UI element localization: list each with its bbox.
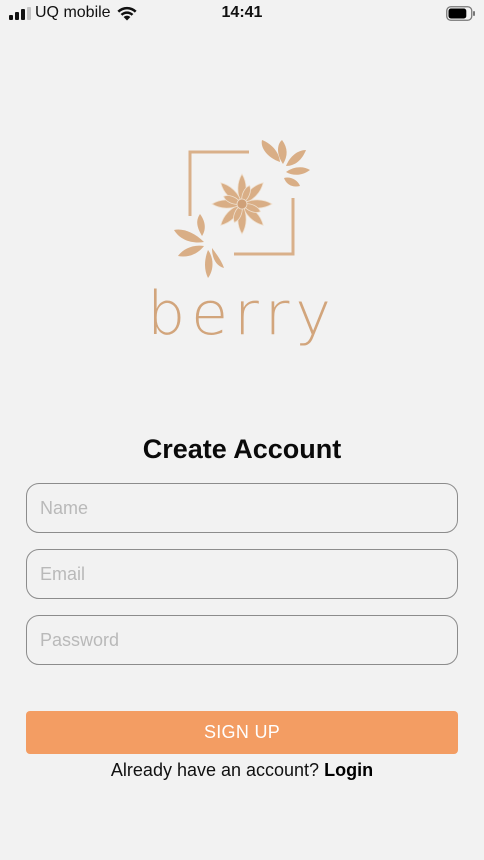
password-field[interactable] (26, 615, 458, 665)
clock-time: 14:41 (221, 4, 263, 21)
berry-logo: berry (150, 140, 334, 349)
berry-wordmark: berry (150, 279, 334, 349)
status-bar: UQ mobile 14:41 (0, 0, 484, 28)
battery-icon (446, 6, 475, 21)
name-field[interactable] (26, 483, 458, 533)
login-prompt-text: Already have an account? (110, 760, 325, 780)
battery-level-fill (448, 8, 467, 19)
email-field[interactable] (26, 549, 458, 599)
sign-up-button[interactable]: SIGN UP (26, 711, 458, 754)
login-link[interactable]: Login (324, 760, 373, 780)
page-title: Create Account (142, 434, 342, 464)
login-prompt: Already have an account? Login (0, 760, 484, 781)
